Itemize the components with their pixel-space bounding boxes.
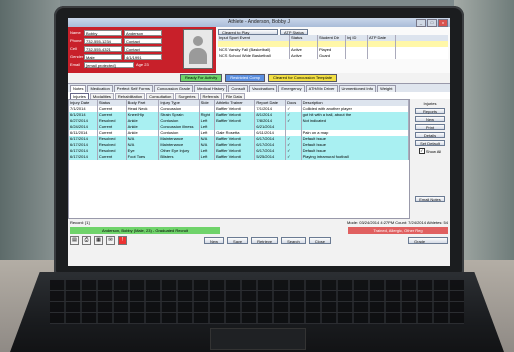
avatar-head-shape	[193, 36, 203, 46]
new-button[interactable]: New	[204, 236, 225, 244]
injury-cell: 6/17/2014	[69, 154, 98, 160]
tab-ath-driver[interactable]: ATH/Mx Driver	[305, 85, 338, 92]
injuries-grid: Injury Date Status Body Part Injury Type…	[68, 99, 410, 219]
print-button[interactable]: Print	[415, 124, 445, 130]
status-row: Record: [1] Mode: 03/24/2014 4:27PM Coun…	[68, 219, 450, 227]
cell	[368, 53, 396, 59]
retrieve-button[interactable]: Retrieve	[251, 236, 279, 244]
background-gym-left	[0, 0, 60, 260]
tab-vaccinations[interactable]: Vaccinations	[248, 85, 278, 92]
avatar-body-shape	[189, 48, 207, 64]
athletes-count: Athletes: 54	[426, 220, 448, 225]
minimize-icon[interactable]: _	[416, 19, 426, 27]
tab-consult[interactable]: Consult	[228, 85, 248, 92]
name-label: Name	[70, 30, 81, 35]
details-button[interactable]: Details	[415, 132, 445, 138]
phone-label: Phone	[70, 38, 82, 43]
injury-cell: Blisters	[159, 154, 200, 160]
first-name-field[interactable]: Bobby	[84, 29, 122, 36]
show-all-toggle[interactable]: ✓ Show All	[418, 148, 442, 154]
show-all-label: Show All	[425, 148, 442, 154]
laptop-base	[10, 272, 504, 352]
cell: Active	[290, 53, 318, 59]
legend-restricted[interactable]: Restricted Comp	[225, 74, 266, 82]
athlete-status-bar: Anderson, Bobby (Male, 23) - Graduated R…	[70, 227, 220, 234]
laptop-lid: Athlete - Anderson, Bobby J _ □ x Name B…	[54, 6, 464, 274]
touchpad	[210, 328, 306, 350]
injury-cell: Foot Toes	[127, 154, 160, 160]
injuries-side-panel: Injuries Reports New Print Details Set D…	[410, 99, 450, 219]
sub-tabs: Injuries Modalities Rehabilitation Consu…	[68, 92, 450, 99]
tab-self-forms[interactable]: Perfect Self Forms	[113, 85, 153, 92]
bottom-toolbar: ▤ ⎙ ▦ ✉ ! New Save Retrieve Search Close…	[68, 234, 450, 246]
injury-row[interactable]: 6/17/2014 Current Foot Toes Blisters Left Baf…	[69, 154, 409, 160]
tab-medication[interactable]: Medication	[87, 85, 113, 92]
alert-icon[interactable]: !	[118, 235, 127, 245]
window-titlebar: Athlete - Anderson, Bobby J _ □ x	[68, 18, 450, 27]
cell-field[interactable]: 732-555-4321	[84, 45, 122, 52]
grade-field[interactable]: Grade	[408, 236, 448, 244]
main-tabs: Notes Medication Perfect Self Forms Conc…	[68, 83, 450, 92]
patient-panel: Name Bobby Anderson Phone 732-555-1234 C…	[68, 27, 216, 73]
tab-emergency[interactable]: Emergency	[278, 85, 305, 92]
cell: NCS School Wide Basketball	[218, 53, 290, 59]
warning-status-bar: Trained, Allergic, Other Reg	[348, 227, 448, 234]
save-button[interactable]: Save	[227, 236, 249, 244]
email-field[interactable]: [email protected]	[84, 61, 134, 68]
alert-filter-dropdown[interactable]: Cleared to Play	[218, 28, 278, 35]
email-notes-button[interactable]: Email Notes	[415, 196, 445, 202]
cell	[346, 53, 368, 59]
set-default-button[interactable]: Set Default	[415, 140, 445, 146]
laptop-screen: Athlete - Anderson, Bobby J _ □ x Name B…	[68, 18, 450, 266]
status-legend: Ready For Activity Restricted Comp Clear…	[68, 73, 450, 83]
tab-notes[interactable]: Notes	[70, 85, 87, 92]
count-text: Count: 7/24/2014	[395, 220, 426, 225]
calendar-icon[interactable]: ▦	[94, 235, 103, 245]
phone-contact-field[interactable]: Contact	[124, 37, 162, 44]
tab-concussion[interactable]: Concussion Grade	[153, 85, 194, 92]
atp-status-dropdown[interactable]: ATP Status	[280, 28, 308, 35]
gender-label: Gender	[70, 54, 84, 59]
tab-weight[interactable]: Weight	[377, 85, 396, 92]
injury-cell: Baffler Velonti	[215, 154, 256, 160]
folder-icon[interactable]: ▤	[70, 235, 79, 245]
email-label: Email	[70, 62, 81, 67]
record-count: Record: [1]	[70, 220, 90, 225]
mail-icon[interactable]: ✉	[106, 235, 115, 245]
new-injury-button[interactable]: New	[415, 116, 445, 122]
legend-cleared[interactable]: Cleared for Concussion Template	[268, 74, 338, 82]
injury-cell: 5/25/2014	[255, 154, 287, 160]
reports-button[interactable]: Reports	[415, 108, 445, 114]
tab-info[interactable]: Unmentioned Info	[338, 85, 377, 92]
side-panel-label: Injuries	[423, 101, 437, 106]
injury-cell: ✓	[286, 154, 302, 160]
injury-cell: Left	[200, 154, 216, 160]
alerts-panel: Cleared to Play ATP Status Input Sport E…	[216, 27, 450, 73]
age-text: Age 23	[136, 62, 149, 67]
injury-cell: Playing intramural football	[302, 154, 409, 160]
alert-row[interactable]: NCS School Wide Basketball Active Guard	[218, 53, 448, 59]
close-button[interactable]: Close	[308, 236, 331, 244]
birthdate-field[interactable]: 4/1/1991	[124, 53, 162, 60]
gender-field[interactable]: Male	[84, 53, 122, 60]
legend-ready[interactable]: Ready For Activity	[180, 74, 223, 82]
tab-medical-history[interactable]: Medical History	[194, 85, 228, 92]
search-button[interactable]: Search	[281, 236, 306, 244]
keyboard-rows	[50, 280, 464, 324]
cell-label: Cell	[70, 46, 77, 51]
cell: Guard	[318, 53, 346, 59]
phone-field[interactable]: 732-555-1234	[84, 37, 122, 44]
cell-contact-field[interactable]: Contact	[124, 45, 162, 52]
maximize-icon[interactable]: □	[427, 19, 437, 27]
printer-icon[interactable]: ⎙	[82, 235, 91, 245]
athlete-photo[interactable]	[183, 29, 213, 69]
last-name-field[interactable]: Anderson	[124, 29, 162, 36]
show-all-checkbox[interactable]: ✓	[418, 148, 425, 154]
injury-cell: Current	[98, 154, 127, 160]
mode-text: Mode: 03/24/2014 4:27PM	[347, 220, 395, 225]
close-icon[interactable]: x	[438, 19, 448, 27]
window-title: Athlete - Anderson, Bobby J	[228, 19, 290, 25]
